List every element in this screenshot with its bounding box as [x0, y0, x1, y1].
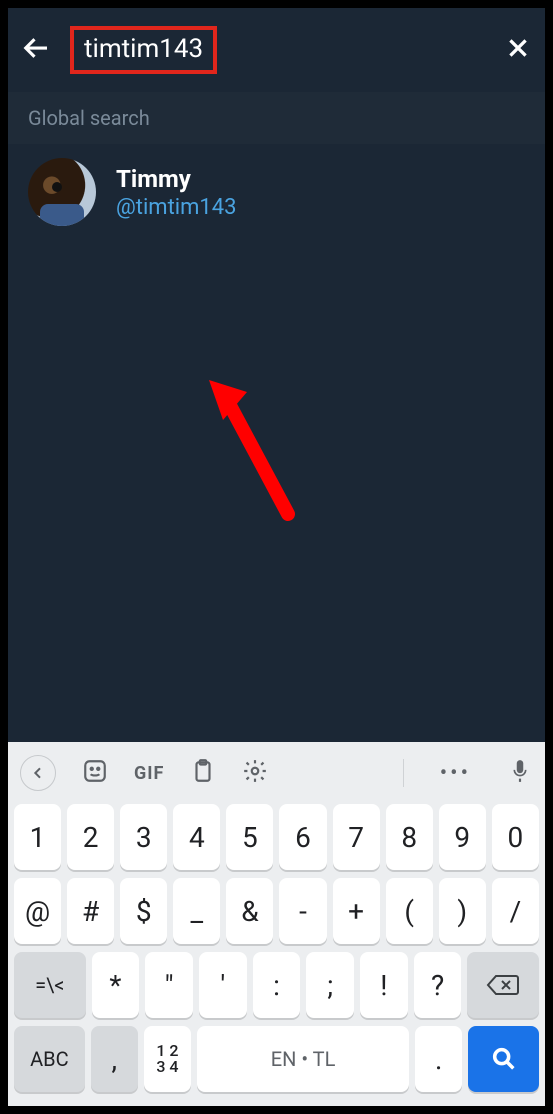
back-arrow-icon[interactable] — [22, 33, 52, 67]
key-5[interactable]: 5 — [226, 804, 273, 870]
result-name: Timmy — [116, 165, 237, 193]
on-screen-keyboard: GIF ••• 1 2 3 4 5 — [8, 742, 545, 1106]
key-amp[interactable]: & — [226, 878, 273, 944]
annotation-arrow-icon — [203, 374, 323, 544]
more-icon[interactable]: ••• — [440, 761, 471, 786]
keyboard-row-3: =\< * " ' : ; ! ? — [14, 952, 539, 1018]
key-dash[interactable]: - — [279, 878, 326, 944]
search-icon — [490, 1045, 518, 1073]
results-area: Timmy @timtim143 — [8, 144, 545, 742]
key-space[interactable]: EN • TL — [197, 1026, 409, 1092]
key-7[interactable]: 7 — [333, 804, 380, 870]
keyboard-row-1: 1 2 3 4 5 6 7 8 9 0 — [14, 804, 539, 870]
key-9[interactable]: 9 — [439, 804, 486, 870]
gear-icon[interactable] — [242, 758, 268, 788]
sticker-icon[interactable] — [82, 758, 108, 788]
key-comma[interactable]: , — [91, 1026, 138, 1092]
search-input[interactable]: timtim143 — [70, 26, 217, 74]
toolbar-collapse-icon[interactable] — [20, 755, 56, 791]
avatar — [28, 158, 96, 226]
key-semicolon[interactable]: ; — [306, 952, 354, 1018]
key-6[interactable]: 6 — [279, 804, 326, 870]
mic-icon[interactable] — [507, 758, 533, 788]
key-0[interactable]: 0 — [492, 804, 539, 870]
toolbar-divider — [403, 759, 404, 787]
result-handle: @timtim143 — [116, 195, 237, 220]
key-dquote[interactable]: " — [145, 952, 193, 1018]
key-2[interactable]: 2 — [67, 804, 114, 870]
key-question[interactable]: ? — [414, 952, 462, 1018]
key-1[interactable]: 1 — [14, 804, 61, 870]
key-3[interactable]: 3 — [120, 804, 167, 870]
section-header-global-search: Global search — [8, 92, 545, 144]
key-numbers[interactable]: 1 2 3 4 — [144, 1026, 191, 1092]
keyboard-row-2: @ # $ _ & - + ( ) / — [14, 878, 539, 944]
search-result-row[interactable]: Timmy @timtim143 — [8, 144, 545, 240]
key-rparen[interactable]: ) — [439, 878, 486, 944]
key-plus[interactable]: + — [333, 878, 380, 944]
key-hash[interactable]: # — [67, 878, 114, 944]
key-4[interactable]: 4 — [173, 804, 220, 870]
key-exclaim[interactable]: ! — [360, 952, 408, 1018]
key-8[interactable]: 8 — [386, 804, 433, 870]
key-search[interactable] — [468, 1026, 539, 1092]
key-lparen[interactable]: ( — [386, 878, 433, 944]
key-squote[interactable]: ' — [199, 952, 247, 1018]
key-period[interactable]: . — [415, 1026, 462, 1092]
key-asterisk[interactable]: * — [92, 952, 140, 1018]
key-numbers-label: 1 2 3 4 — [156, 1043, 178, 1075]
key-symbols-more[interactable]: =\< — [14, 952, 86, 1018]
key-dollar[interactable]: $ — [120, 878, 167, 944]
key-at[interactable]: @ — [14, 878, 61, 944]
key-colon[interactable]: : — [253, 952, 301, 1018]
keyboard-toolbar: GIF ••• — [8, 742, 545, 804]
key-abc[interactable]: ABC — [14, 1026, 85, 1092]
clear-search-icon[interactable] — [505, 35, 531, 65]
key-underscore[interactable]: _ — [173, 878, 220, 944]
backspace-icon[interactable] — [467, 952, 539, 1018]
clipboard-icon[interactable] — [190, 758, 216, 788]
search-header: timtim143 — [8, 8, 545, 92]
gif-button[interactable]: GIF — [134, 763, 164, 784]
keyboard-row-4: ABC , 1 2 3 4 EN • TL . — [14, 1026, 539, 1092]
key-slash[interactable]: / — [492, 878, 539, 944]
